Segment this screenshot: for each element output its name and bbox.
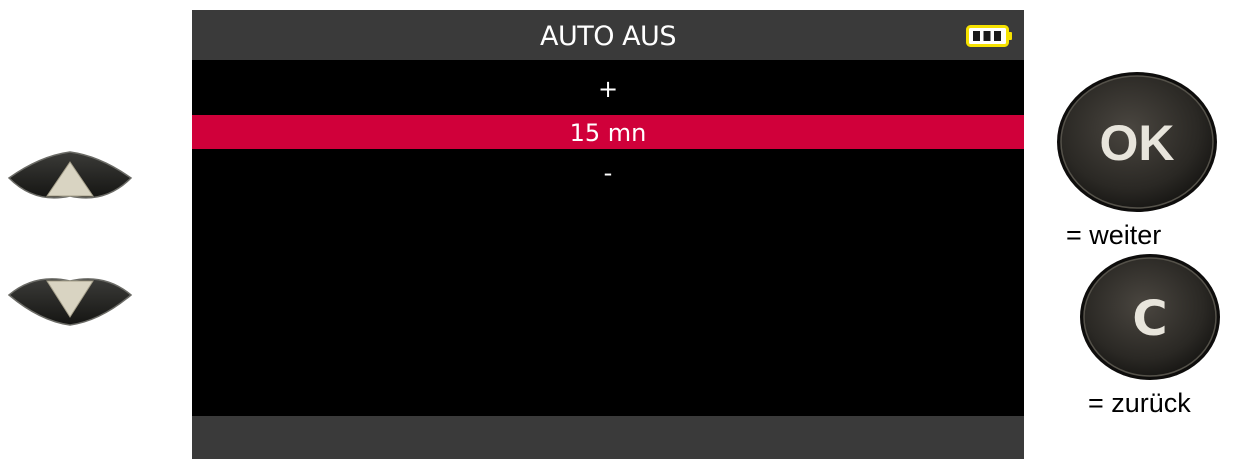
- arrow-up-key[interactable]: [5, 150, 135, 212]
- screen-footer: [192, 416, 1024, 459]
- ok-button[interactable]: OK: [1055, 70, 1220, 215]
- screen-title: AUTO AUS: [540, 21, 676, 52]
- decrease-option[interactable]: -: [192, 158, 1024, 188]
- battery-full-icon: [966, 25, 1012, 47]
- arrow-down-key[interactable]: [5, 265, 135, 327]
- device-screen: AUTO AUS + 15 mn -: [192, 10, 1024, 459]
- c-label: C: [1132, 291, 1167, 347]
- ok-hint: = weiter: [1066, 220, 1162, 250]
- screen-header: AUTO AUS: [192, 10, 1024, 60]
- back-button[interactable]: C: [1078, 252, 1223, 382]
- selected-timeout-value[interactable]: 15 mn: [192, 115, 1024, 149]
- back-hint: = zurück: [1088, 388, 1191, 418]
- increase-option[interactable]: +: [192, 74, 1024, 104]
- ok-label: OK: [1100, 115, 1175, 171]
